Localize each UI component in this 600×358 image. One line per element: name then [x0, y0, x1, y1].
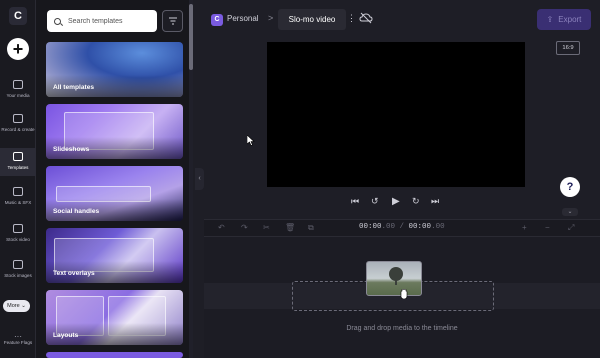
- search-icon: [54, 17, 61, 25]
- template-card-all-templates[interactable]: All templates: [46, 42, 183, 97]
- template-card-social-handles[interactable]: Social handles: [46, 166, 183, 221]
- search-box[interactable]: [47, 10, 157, 32]
- mouse-pointer-icon: [247, 135, 255, 146]
- split-icon[interactable]: ✂: [263, 223, 270, 232]
- template-card-layouts[interactable]: Layouts: [46, 290, 183, 345]
- nav-item-stock-video[interactable]: Stock video: [0, 224, 36, 243]
- timeline-toolbar: ↶ ↷ ✂ 🗑 ⧉ 00:00.00 / 00:00.00 + − ⤢: [204, 219, 600, 237]
- total-time: 00:00: [408, 223, 432, 231]
- feature-flags-label: Feature Flags: [3, 340, 33, 345]
- clipchamp-logo[interactable]: C: [9, 7, 27, 25]
- current-time-frac: .00: [381, 223, 396, 231]
- redo-icon[interactable]: ↷: [241, 223, 248, 232]
- camera-icon: [13, 114, 23, 123]
- tree-graphic: [389, 267, 403, 285]
- project-title[interactable]: Slo-mo video: [278, 9, 346, 30]
- scrollbar-thumb[interactable]: [189, 4, 193, 70]
- dragged-media-thumbnail[interactable]: [366, 261, 422, 296]
- nav-item-your-media[interactable]: Your media: [0, 80, 36, 99]
- nav-label: Record & create: [1, 127, 35, 132]
- left-nav-rail: C + Your media Record & create Templates…: [0, 0, 36, 358]
- nav-item-templates[interactable]: Templates: [0, 148, 36, 176]
- nav-label: Your media: [6, 93, 30, 98]
- nav-label: Music & SFX: [4, 200, 32, 205]
- breadcrumb-separator: >: [268, 13, 274, 23]
- chevron-left-icon: ‹: [198, 175, 201, 182]
- timeline-area[interactable]: Drag and drop media to the timeline: [204, 237, 600, 358]
- time-separator: /: [395, 223, 409, 231]
- feature-flags[interactable]: ··· Feature Flags: [0, 332, 36, 346]
- drop-hint-text: Drag and drop media to the timeline: [346, 325, 458, 332]
- card-label: Slideshows: [53, 146, 90, 153]
- collapse-panel-button[interactable]: ‹: [195, 168, 204, 190]
- video-preview[interactable]: [267, 42, 525, 187]
- search-input[interactable]: [68, 17, 156, 25]
- upload-icon: ⇪: [546, 15, 554, 24]
- nav-item-music-sfx[interactable]: Music & SFX: [0, 187, 36, 206]
- timecode: 00:00.00 / 00:00.00: [359, 223, 445, 231]
- template-card-next[interactable]: [46, 352, 183, 358]
- templates-panel: All templates Slideshows Social handles …: [36, 0, 192, 358]
- delete-icon[interactable]: 🗑: [285, 223, 295, 232]
- zoom-in-icon[interactable]: +: [522, 223, 527, 232]
- nav-label: Stock images: [4, 273, 32, 278]
- app-window: C + Your media Record & create Templates…: [0, 0, 600, 358]
- film-icon: [13, 224, 23, 233]
- duplicate-icon[interactable]: ⧉: [308, 223, 314, 233]
- export-label: Export: [558, 15, 582, 24]
- workspace-name[interactable]: Personal: [227, 14, 259, 23]
- create-new-button[interactable]: +: [7, 38, 29, 60]
- ellipsis-icon: ···: [14, 332, 22, 341]
- template-card-slideshows[interactable]: Slideshows: [46, 104, 183, 159]
- template-card-text-overlays[interactable]: Text overlays: [46, 228, 183, 283]
- cloud-offline-icon: [359, 12, 373, 24]
- help-button[interactable]: ?: [560, 177, 580, 197]
- nav-item-record-create[interactable]: Record & create: [0, 114, 36, 133]
- filter-icon: [168, 17, 177, 25]
- filter-button[interactable]: [162, 10, 183, 32]
- nav-label: Stock video: [6, 237, 30, 242]
- grab-hand-icon: [400, 289, 408, 299]
- zoom-out-icon[interactable]: −: [545, 223, 550, 232]
- music-icon: [13, 187, 23, 196]
- skip-to-end-icon[interactable]: ⏭: [431, 196, 439, 207]
- editor-header: C Personal > Slo-mo video ⋮ ⇪ Export: [204, 0, 600, 38]
- image-icon: [13, 260, 23, 269]
- panel-scrollbar[interactable]: [189, 0, 193, 358]
- more-label: More: [7, 303, 20, 309]
- workspace-avatar[interactable]: C: [211, 14, 223, 26]
- play-icon[interactable]: ▶: [392, 196, 400, 207]
- card-label: All templates: [53, 84, 95, 91]
- playback-controls: ⏮ ↺ ▶ ↻ ⏭: [351, 196, 443, 210]
- more-button[interactable]: More ⌄: [3, 300, 30, 312]
- fit-to-screen-icon[interactable]: ⤢: [568, 223, 574, 233]
- templates-icon: [13, 152, 23, 161]
- aspect-ratio-button[interactable]: 16:9: [556, 41, 580, 55]
- rewind-5s-icon[interactable]: ↺: [371, 196, 379, 207]
- folder-icon: [13, 80, 23, 89]
- nav-item-stock-images[interactable]: Stock images: [0, 260, 36, 279]
- nav-label: Templates: [7, 165, 29, 170]
- chevron-down-icon[interactable]: ⌄: [562, 208, 578, 216]
- undo-icon[interactable]: ↶: [218, 223, 225, 232]
- forward-5s-icon[interactable]: ↻: [412, 196, 420, 207]
- current-time: 00:00: [359, 223, 382, 231]
- card-label: Text overlays: [53, 270, 95, 277]
- export-button[interactable]: ⇪ Export: [537, 9, 591, 30]
- total-time-frac: .00: [431, 223, 445, 231]
- more-options-icon[interactable]: ⋮: [347, 13, 356, 24]
- card-label: Social handles: [53, 208, 100, 215]
- skip-to-start-icon[interactable]: ⏮: [351, 196, 359, 207]
- card-label: Layouts: [53, 332, 79, 339]
